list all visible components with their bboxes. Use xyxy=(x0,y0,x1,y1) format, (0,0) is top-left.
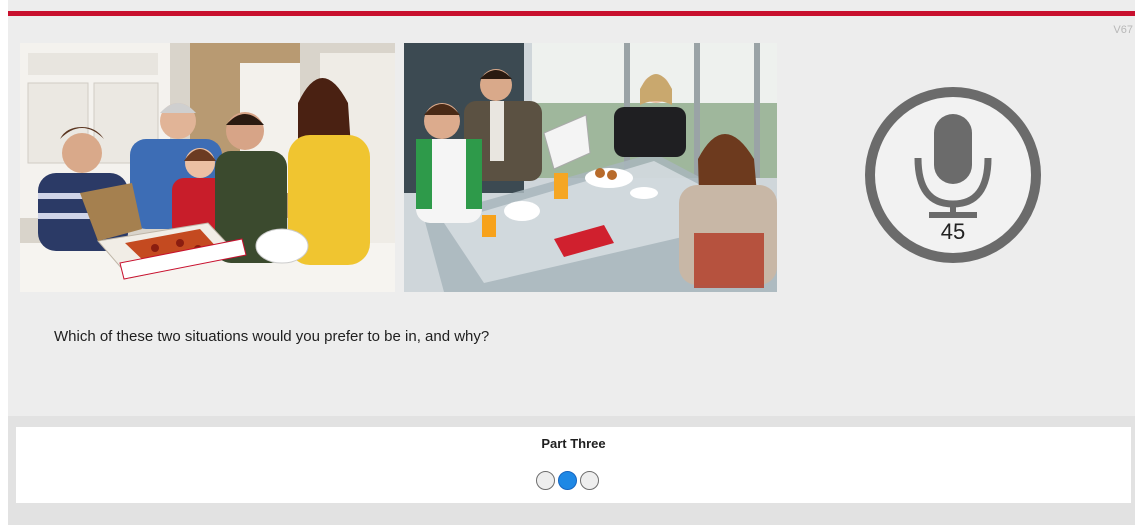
part-title: Part Three xyxy=(541,436,606,451)
family-dinner-table-photo xyxy=(404,43,777,292)
recording-timer: 45 xyxy=(864,86,1042,264)
progress-dot-1[interactable] xyxy=(536,471,555,490)
question-text: Which of these two situations would you … xyxy=(54,328,490,345)
progress-dots xyxy=(536,471,599,490)
progress-dot-2[interactable] xyxy=(558,471,577,490)
family-pizza-photo xyxy=(20,43,395,292)
top-accent-bar xyxy=(8,11,1135,16)
version-label: V67 xyxy=(1113,24,1133,36)
footer-card: Part Three xyxy=(16,427,1131,503)
countdown-seconds: 45 xyxy=(940,219,966,244)
progress-dot-3[interactable] xyxy=(580,471,599,490)
